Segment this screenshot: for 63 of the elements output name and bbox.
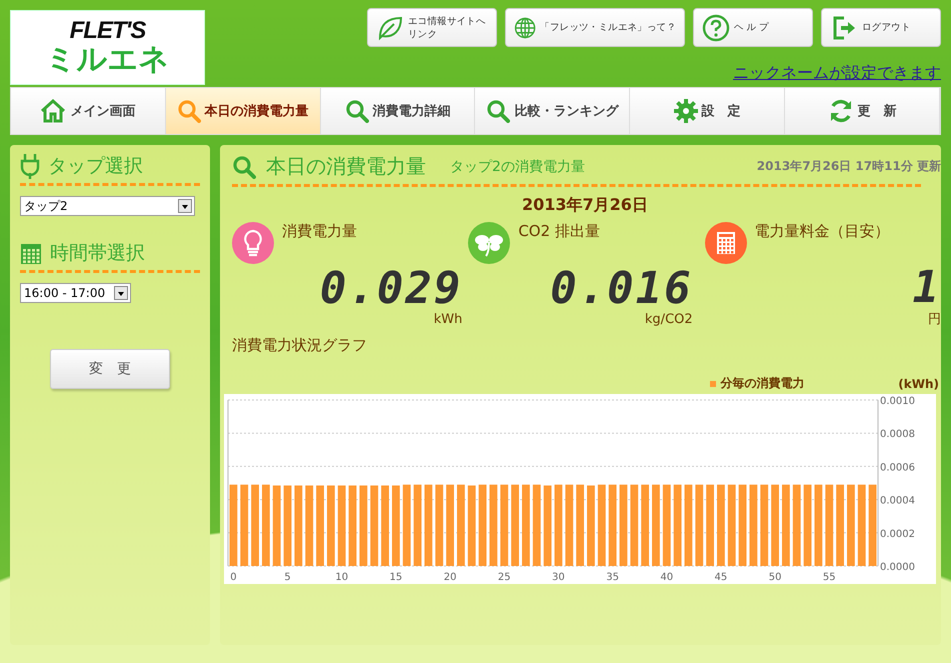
nav-tab[interactable]: 比較・ランキング [475, 88, 630, 134]
axis-unit: (kWh) [898, 376, 939, 390]
nav-tab[interactable]: 設 定 [630, 88, 786, 134]
x-tick-label: 40 [660, 572, 674, 583]
x-tick-label: 35 [606, 572, 619, 583]
date-label: 2013年7月26日 [522, 195, 648, 216]
header-button[interactable]: エコ情報サイトへリンク [367, 8, 497, 47]
metric-label: 消費電力量 [282, 221, 358, 242]
x-tick-label: 10 [335, 572, 348, 583]
x-tick-label: 20 [444, 572, 456, 583]
nav-tab[interactable]: 更 新 [785, 88, 940, 134]
nav-tab[interactable]: 消費電力詳細 [320, 88, 476, 134]
nav-tab[interactable]: 本日の消費電力量 [166, 88, 321, 134]
panel-title: 本日の消費電力量 [266, 153, 426, 180]
x-tick-label: 25 [498, 572, 511, 583]
calendar-icon [20, 241, 42, 265]
help-icon [702, 14, 730, 42]
y-tick-label: 0.0004 [880, 496, 915, 507]
graph-title: 消費電力状況グラフ [232, 336, 368, 355]
change-button[interactable]: 変 更 [50, 349, 170, 389]
y-tick-label: 0.0006 [880, 462, 915, 474]
search-icon [176, 99, 201, 123]
x-tick-label: 0 [230, 572, 237, 583]
search-icon [344, 99, 369, 123]
section-title: タップ選択 [48, 154, 143, 179]
x-tick-label: 30 [552, 572, 565, 583]
search-icon [232, 154, 256, 178]
x-tick-label: 50 [768, 572, 782, 583]
search-icon [486, 99, 510, 123]
header-button[interactable]: 「フレッツ・ミルエネ」って？ [505, 8, 685, 47]
update-time: 2013年7月26日 17時11分 更新 [756, 158, 941, 175]
header-button[interactable]: ログアウト [821, 8, 941, 47]
time-dropdown[interactable]: 16:00 - 17:00 [20, 283, 131, 303]
legend-label: 分毎の消費電力 [720, 375, 804, 392]
x-tick-label: 15 [390, 572, 402, 583]
nav-tab[interactable]: メイン画面 [11, 88, 166, 134]
metric-value: 1 [911, 266, 941, 310]
panel-subtitle: タップ2の消費電力量 [450, 158, 586, 176]
y-tick-label: 0.0000 [880, 562, 915, 573]
metric-label: 電力量料金（目安） [754, 221, 891, 242]
y-tick-label: 0.0010 [880, 396, 915, 407]
calculator-icon [704, 222, 747, 264]
lightbulb-icon [232, 222, 274, 264]
clover-icon [468, 222, 510, 264]
nickname-link[interactable]: ニックネームが設定できます [733, 63, 941, 84]
metric-label: CO2 排出量 [518, 221, 601, 242]
metric-value: 0.016 [549, 267, 694, 312]
metric-unit: kWh [432, 312, 464, 328]
y-tick-label: 0.0008 [880, 429, 915, 440]
tap-dropdown[interactable]: タップ2 [20, 196, 195, 216]
home-icon [40, 99, 66, 123]
x-tick-label: 55 [822, 572, 836, 583]
metric-unit: kg/CO2 [644, 312, 694, 328]
plug-icon [20, 153, 40, 179]
metric-unit: 円 [926, 311, 941, 328]
metric-value: 0.029 [318, 267, 464, 312]
gear-icon [674, 99, 698, 123]
header-button[interactable]: ヘ ル プ [693, 8, 813, 47]
x-tick-label: 5 [284, 572, 291, 583]
x-tick-label: 45 [714, 572, 728, 583]
y-tick-label: 0.0002 [880, 528, 915, 540]
logo: FLET'S ミルエネ [10, 10, 205, 85]
section-title: 時間帯選択 [50, 241, 145, 266]
